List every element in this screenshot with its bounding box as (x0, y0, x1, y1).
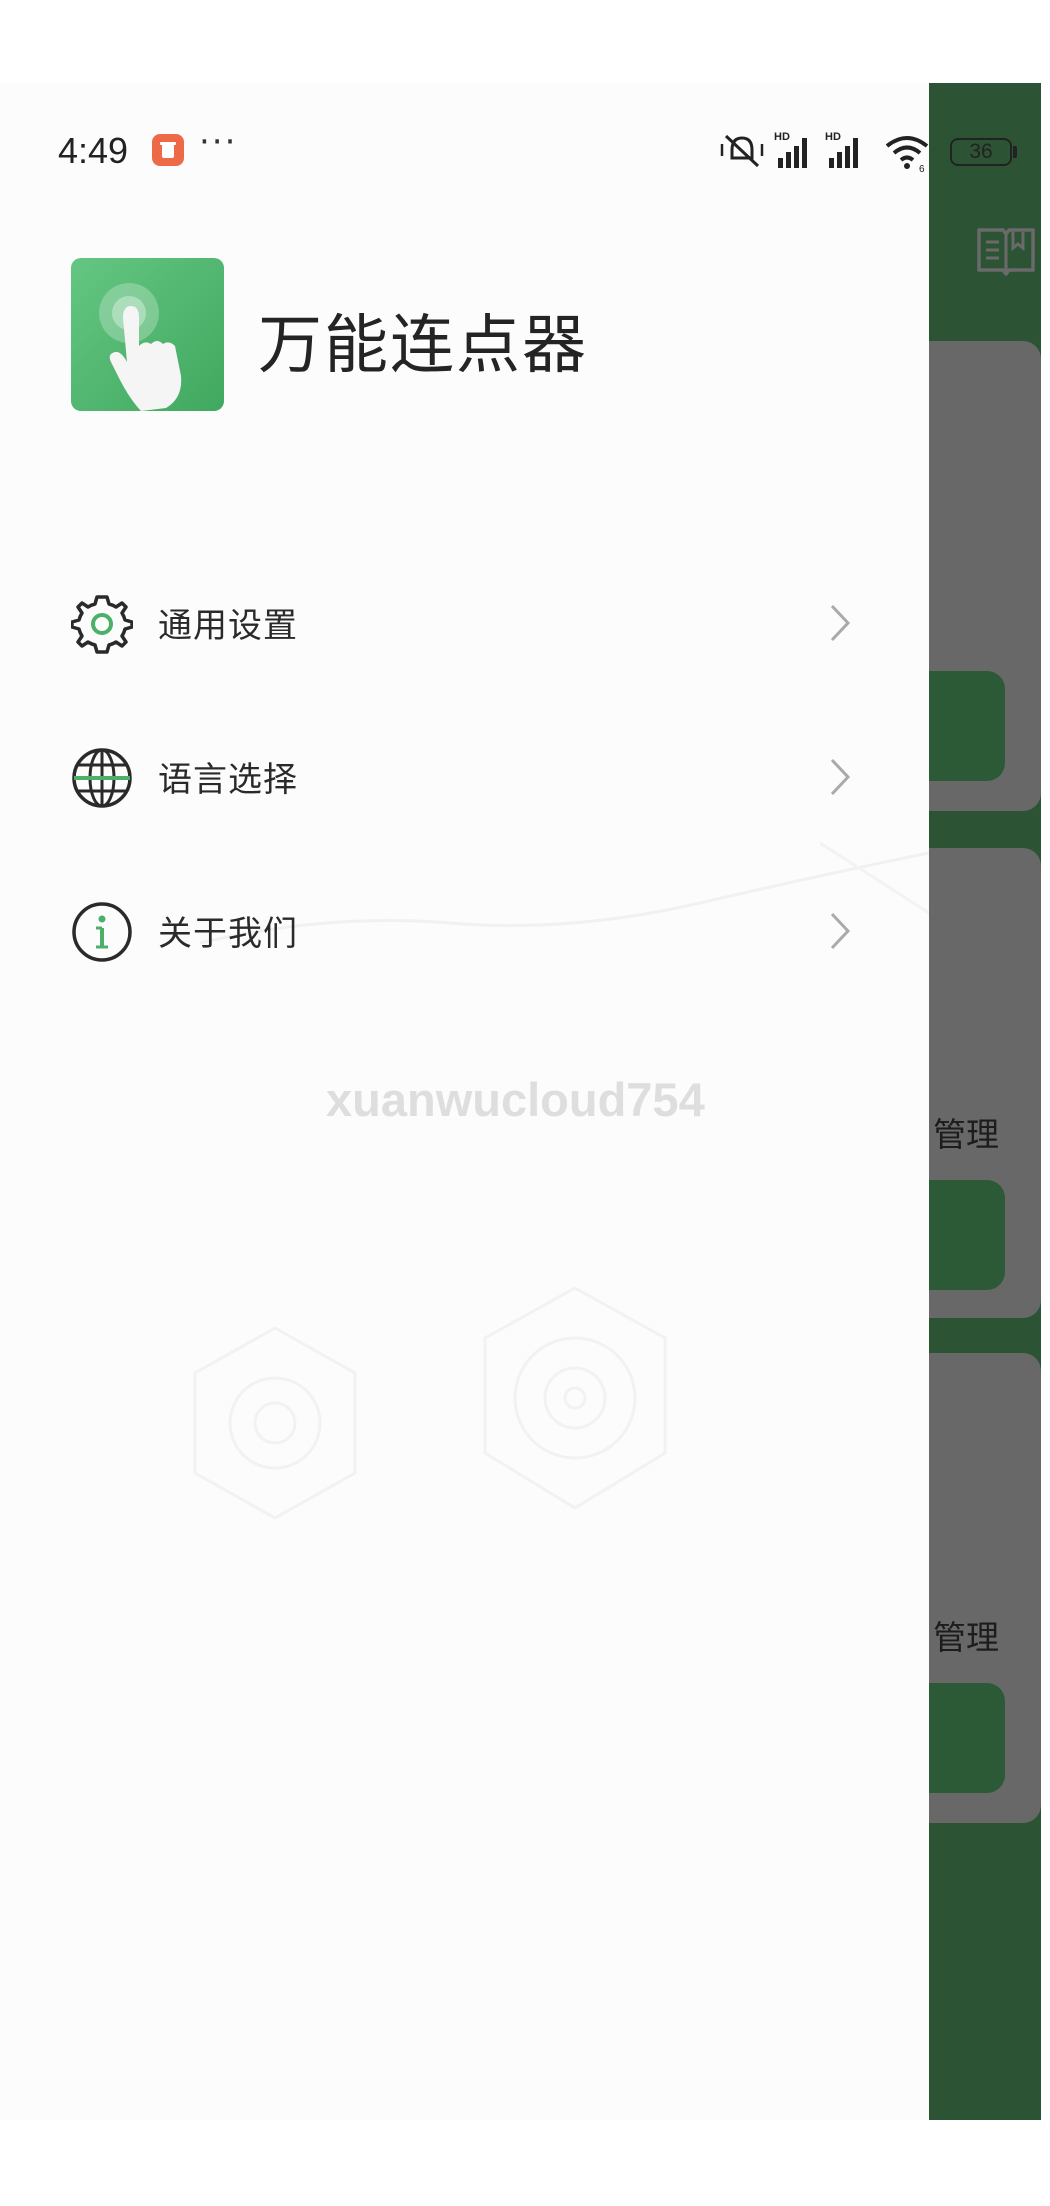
decorative-rose-shape (193, 1326, 357, 1520)
bg-card-button[interactable] (929, 671, 1005, 781)
mute-icon (720, 134, 764, 168)
menu-item-language[interactable]: 语言选择 (0, 722, 929, 832)
svg-text:6: 6 (919, 164, 925, 172)
battery-tip (1013, 146, 1017, 158)
notification-icon (152, 134, 184, 166)
background-app[interactable]: 管理 管理 (929, 83, 1041, 2120)
bg-card[interactable] (929, 341, 1041, 811)
app-logo (71, 258, 224, 411)
menu-item-label: 通用设置 (158, 606, 298, 646)
gear-icon (71, 595, 133, 654)
hd-signal-icon: HD (825, 131, 858, 168)
book-icon[interactable] (975, 222, 1037, 276)
battery-icon: 36 (950, 138, 1012, 166)
chevron-right-icon (830, 758, 851, 796)
wifi-icon: 6 (885, 136, 929, 172)
bg-card-button[interactable] (929, 1180, 1005, 1290)
bg-card-label: 管理 (933, 1115, 999, 1154)
menu-item-general-settings[interactable]: 通用设置 (0, 568, 929, 678)
bg-card[interactable]: 管理 (929, 848, 1041, 1318)
tap-finger-icon (71, 258, 224, 411)
globe-icon (72, 748, 132, 808)
status-icons: HD HD 6 (720, 131, 929, 172)
chevron-right-icon (830, 912, 851, 950)
screen: 管理 管理 4:49 ··· HD HD 6 36 万能连点器 通用设置 语言选… (0, 0, 1050, 2206)
bg-card-button[interactable] (929, 1683, 1005, 1793)
status-time: 4:49 (58, 130, 129, 171)
watermark: xuanwucloud754 (326, 1073, 705, 1126)
app-name: 万能连点器 (258, 309, 588, 383)
more-notifications-icon: ··· (199, 122, 238, 162)
bg-card-label: 管理 (933, 1618, 999, 1657)
svg-text:HD: HD (825, 131, 841, 143)
decorative-rose-shape (483, 1286, 667, 1510)
info-icon (72, 902, 132, 962)
svg-text:HD: HD (774, 131, 790, 143)
chevron-right-icon (830, 604, 851, 642)
menu-item-label: 关于我们 (158, 914, 298, 954)
menu-item-label: 语言选择 (158, 760, 298, 800)
menu-item-about-us[interactable]: 关于我们 (0, 876, 929, 986)
bg-card[interactable]: 管理 (929, 1353, 1041, 1823)
hd-signal-icon: HD (774, 131, 807, 168)
status-bar: 4:49 ··· HD HD 6 36 (0, 120, 1050, 180)
